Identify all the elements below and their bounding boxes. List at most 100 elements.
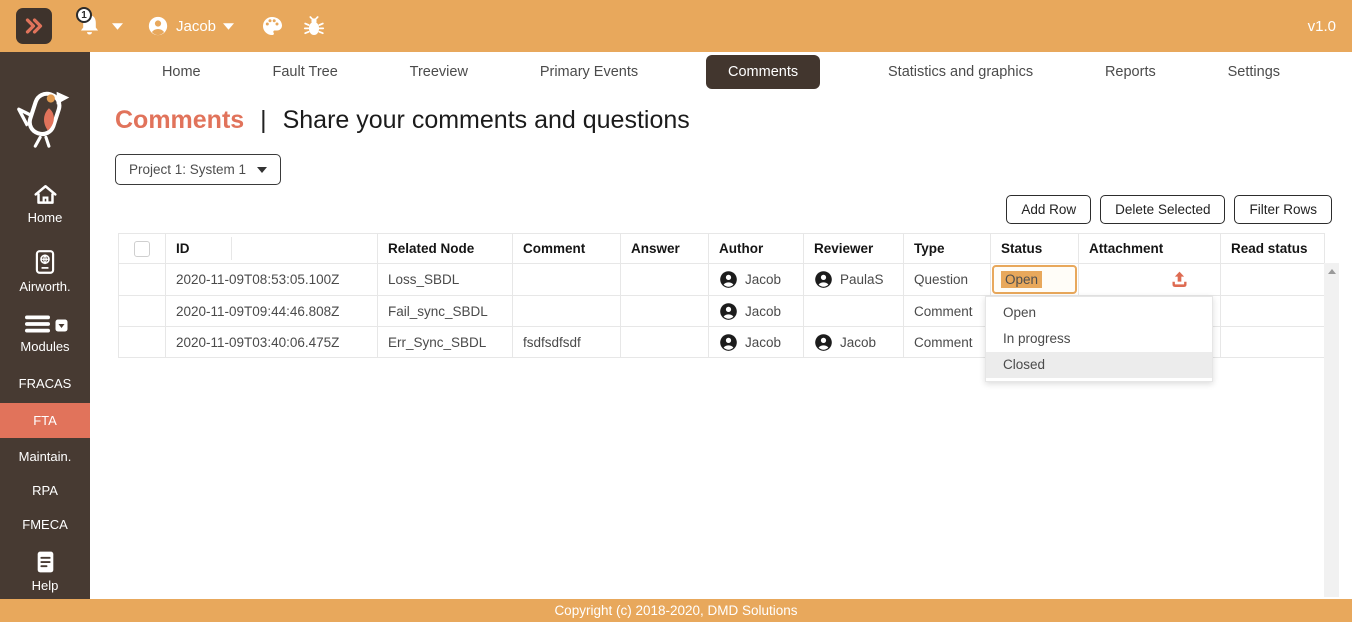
bug-icon[interactable] <box>302 14 326 38</box>
tab-settings[interactable]: Settings <box>1224 55 1284 89</box>
notifications-button[interactable]: 1 <box>76 7 103 40</box>
add-row-button[interactable]: Add Row <box>1006 195 1092 224</box>
status-option-open[interactable]: Open <box>986 300 1212 326</box>
tab-reports[interactable]: Reports <box>1101 55 1160 89</box>
author-name: Jacob <box>745 272 782 287</box>
sidebar-item-rpa[interactable]: RPA <box>0 483 90 498</box>
type-cell[interactable]: Comment <box>903 295 991 327</box>
table-row: 2020-11-09T08:53:05.100Z Loss_SBDL Jacob… <box>118 263 1325 296</box>
scrollbar-up-arrow-icon[interactable] <box>1327 269 1336 274</box>
id-cell[interactable]: 2020-11-09T03:40:06.475Z <box>165 326 378 358</box>
read-status-cell[interactable] <box>1220 326 1325 358</box>
status-option-closed[interactable]: Closed <box>986 352 1212 378</box>
author-cell[interactable]: Jacob <box>708 326 804 358</box>
header-id: ID <box>165 233 378 264</box>
robin-logo[interactable] <box>14 82 76 150</box>
book-icon <box>37 551 53 573</box>
read-status-cell[interactable] <box>1220 263 1325 296</box>
sidebar-item-home[interactable]: Home <box>0 183 90 225</box>
type-cell[interactable]: Comment <box>903 326 991 358</box>
author-cell[interactable]: Jacob <box>708 263 804 296</box>
footer: Copyright (c) 2018-2020, DMD Solutions <box>0 599 1352 622</box>
status-cell-editing[interactable]: Open <box>990 263 1079 296</box>
status-dropdown: Open In progress Closed <box>985 296 1213 382</box>
page-title-subtitle: Share your comments and questions <box>282 106 690 134</box>
answer-cell[interactable] <box>620 295 709 327</box>
tab-comments[interactable]: Comments <box>706 55 821 89</box>
comment-cell[interactable] <box>512 263 621 296</box>
person-icon <box>815 333 832 351</box>
caret-down-icon[interactable] <box>112 22 123 30</box>
row-checkbox-cell[interactable] <box>118 326 166 358</box>
row-checkbox-cell[interactable] <box>118 295 166 327</box>
status-editor[interactable]: Open <box>992 265 1077 294</box>
user-menu[interactable]: Jacob <box>147 15 235 37</box>
author-cell[interactable]: Jacob <box>708 295 804 327</box>
sidebar-item-label: Airworth. <box>19 279 71 294</box>
reviewer-name: PaulaS <box>840 272 884 287</box>
caret-down-icon <box>257 166 268 173</box>
copyright-text: Copyright (c) 2018-2020, DMD Solutions <box>554 603 798 618</box>
reviewer-cell[interactable]: Jacob <box>803 326 904 358</box>
filter-rows-button[interactable]: Filter Rows <box>1234 195 1332 224</box>
tab-statistics-and-graphics[interactable]: Statistics and graphics <box>884 55 1037 89</box>
user-avatar-icon <box>148 16 168 36</box>
status-option-in-progress[interactable]: In progress <box>986 326 1212 352</box>
tab-fault-tree[interactable]: Fault Tree <box>269 55 342 89</box>
tab-treeview[interactable]: Treeview <box>406 55 472 89</box>
page-title-separator: | <box>260 106 267 134</box>
person-icon <box>720 302 737 320</box>
comment-cell[interactable] <box>512 295 621 327</box>
topbar: 1 Jacob v1.0 <box>0 0 1352 52</box>
person-icon <box>815 271 832 288</box>
type-cell[interactable]: Question <box>903 263 991 296</box>
sidebar-item-maintain[interactable]: Maintain. <box>0 449 90 464</box>
delete-selected-button[interactable]: Delete Selected <box>1100 195 1226 224</box>
answer-cell[interactable] <box>620 326 709 358</box>
sidebar-item-label: RPA <box>32 483 58 498</box>
id-cell[interactable]: 2020-11-09T09:44:46.808Z <box>165 295 378 327</box>
row-checkbox-cell[interactable] <box>118 263 166 296</box>
sidebar-item-help[interactable]: Help <box>0 549 90 593</box>
sidebar-item-fta[interactable]: FTA <box>0 403 90 438</box>
home-icon <box>33 185 57 204</box>
expander-icon <box>55 319 67 331</box>
sidebar-item-fracas[interactable]: FRACAS <box>0 376 90 391</box>
reviewer-cell[interactable]: PaulaS <box>803 263 904 296</box>
status-selected-text: Open <box>1001 271 1043 288</box>
tab-primary-events[interactable]: Primary Events <box>536 55 642 89</box>
related-node-cell[interactable]: Fail_sync_SBDL <box>377 295 513 327</box>
tab-bar: Home Fault Tree Treeview Primary Events … <box>90 52 1352 92</box>
table-actions: Add Row Delete Selected Filter Rows <box>1006 195 1332 224</box>
page-title-main: Comments <box>115 106 245 134</box>
person-icon <box>720 271 737 288</box>
sidebar-item-label: FMECA <box>22 517 68 532</box>
sidebar-toggle-button[interactable] <box>16 8 52 44</box>
sidebar-item-airworthiness[interactable]: Airworth. <box>0 249 90 294</box>
project-selector[interactable]: Project 1: System 1 <box>115 154 282 185</box>
attachment-cell[interactable] <box>1078 263 1221 296</box>
comment-cell[interactable]: fsdfsdfsdf <box>512 326 621 358</box>
reviewer-cell[interactable] <box>803 295 904 327</box>
upload-icon[interactable] <box>1169 269 1190 290</box>
sidebar-item-fmeca[interactable]: FMECA <box>0 517 90 532</box>
page-title: Comments | Share your comments and quest… <box>115 106 690 135</box>
select-all-checkbox[interactable] <box>134 240 150 257</box>
palette-icon[interactable] <box>260 14 284 38</box>
tab-home[interactable]: Home <box>158 55 205 89</box>
header-read-status: Read status <box>1220 233 1325 264</box>
main-content: Home Fault Tree Treeview Primary Events … <box>90 52 1352 599</box>
table-vertical-scrollbar[interactable] <box>1324 263 1339 597</box>
id-cell[interactable]: 2020-11-09T08:53:05.100Z <box>165 263 378 296</box>
sidebar-item-modules[interactable]: Modules <box>0 312 90 354</box>
sidebar-item-label: Home <box>27 210 63 225</box>
version-label: v1.0 <box>1307 17 1336 35</box>
related-node-cell[interactable]: Loss_SBDL <box>377 263 513 296</box>
sidebar-item-label: Maintain. <box>18 449 72 464</box>
read-status-cell[interactable] <box>1220 295 1325 327</box>
related-node-cell[interactable]: Err_Sync_SBDL <box>377 326 513 358</box>
sidebar-item-label: FRACAS <box>18 376 72 391</box>
robin-bird-icon <box>17 91 70 148</box>
answer-cell[interactable] <box>620 263 709 296</box>
double-chevron-right-icon <box>25 18 43 34</box>
